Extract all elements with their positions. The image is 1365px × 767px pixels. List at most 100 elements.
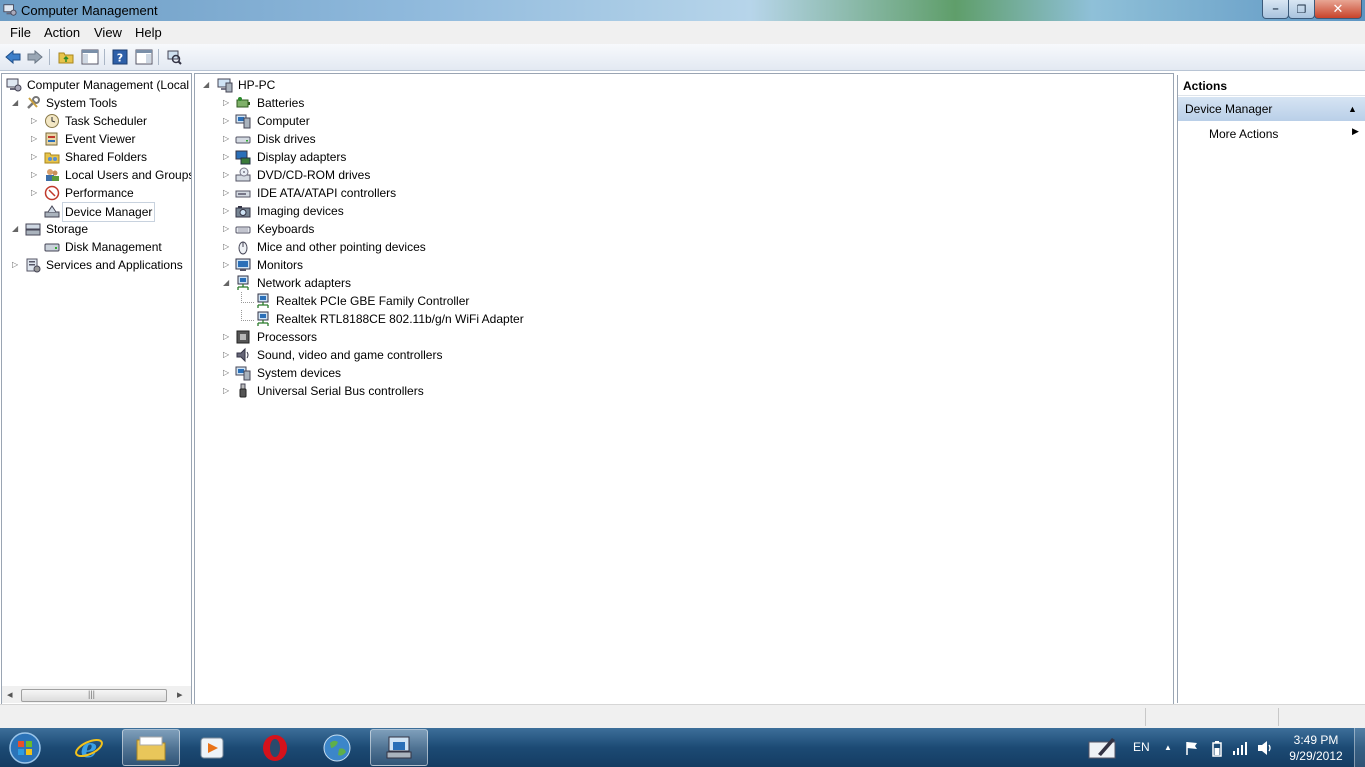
expand-arrow[interactable]: ▷ bbox=[31, 117, 39, 125]
device-category-keyboards[interactable]: ▷ Keyboards bbox=[195, 220, 795, 238]
start-orb-icon[interactable] bbox=[0, 729, 50, 766]
show-hide-tree-icon[interactable] bbox=[81, 48, 99, 66]
device-category-imaging-devices[interactable]: ▷ Imaging devices bbox=[195, 202, 795, 220]
menu-view[interactable]: View bbox=[94, 25, 122, 40]
nav-item-device-manager[interactable]: Device Manager bbox=[2, 202, 191, 222]
menu-action[interactable]: Action bbox=[44, 25, 80, 40]
scroll-right-arrow[interactable]: ▸ bbox=[177, 688, 183, 701]
internet-explorer-icon[interactable]: e bbox=[60, 729, 118, 766]
expand-arrow[interactable]: ▷ bbox=[223, 207, 231, 215]
submenu-arrow-icon[interactable]: ▶ bbox=[1352, 126, 1359, 137]
tree-root-hp-pc[interactable]: ◢ HP-PC bbox=[203, 76, 503, 94]
expand-arrow[interactable]: ▷ bbox=[223, 117, 231, 125]
close-button[interactable]: ✕ bbox=[1314, 0, 1362, 19]
expand-arrow[interactable]: ▷ bbox=[223, 243, 231, 251]
collapse-arrow[interactable]: ◢ bbox=[203, 81, 211, 89]
expand-arrow[interactable]: ▷ bbox=[223, 99, 231, 107]
expand-arrow[interactable]: ▷ bbox=[223, 261, 231, 269]
expand-arrow[interactable]: ▷ bbox=[12, 261, 20, 269]
show-desktop-button[interactable] bbox=[1354, 728, 1365, 767]
navigation-tree[interactable]: Computer Management (Local ◢ System Tools ▷… bbox=[1, 73, 192, 705]
nav-item-storage[interactable]: ◢ Storage bbox=[2, 220, 191, 238]
scroll-left-arrow[interactable]: ◂ bbox=[7, 688, 13, 701]
device-category-monitors[interactable]: ▷ Monitors bbox=[195, 256, 795, 274]
device-category-dvd-cd-rom-drives[interactable]: ▷ DVD/CD-ROM drives bbox=[195, 166, 795, 184]
device-category-universal-serial-bus-controllers[interactable]: ▷ Universal Serial Bus controllers bbox=[195, 382, 795, 400]
network-adapter-icon bbox=[257, 293, 269, 308]
scrollbar-thumb[interactable]: ||| bbox=[21, 689, 167, 702]
battery-tray-icon[interactable] bbox=[1211, 740, 1223, 761]
volume-icon[interactable] bbox=[1257, 740, 1275, 759]
expand-arrow[interactable]: ◢ bbox=[12, 99, 20, 107]
expand-arrow[interactable]: ▷ bbox=[223, 135, 231, 143]
expand-arrow[interactable] bbox=[31, 243, 39, 251]
nav-item-system-tools[interactable]: ◢ System Tools bbox=[2, 94, 191, 112]
help-icon[interactable]: ? bbox=[111, 48, 129, 66]
file-explorer-icon[interactable] bbox=[122, 729, 180, 766]
expand-arrow[interactable]: ▷ bbox=[31, 171, 39, 179]
minimize-button[interactable]: – bbox=[1262, 0, 1289, 19]
expand-arrow[interactable]: ▷ bbox=[223, 333, 231, 341]
show-hidden-icons-arrow[interactable]: ▲ bbox=[1164, 743, 1172, 752]
expand-arrow[interactable] bbox=[31, 207, 39, 215]
device-category-computer[interactable]: ▷ Computer bbox=[195, 112, 795, 130]
device-category-ide-ata-atapi-controllers[interactable]: ▷ IDE ATA/ATAPI controllers bbox=[195, 184, 795, 202]
media-player-icon[interactable] bbox=[183, 729, 241, 766]
expand-arrow[interactable]: ◢ bbox=[223, 279, 231, 287]
globe-icon[interactable] bbox=[308, 729, 366, 766]
back-arrow-icon[interactable] bbox=[4, 48, 22, 66]
up-folder-icon[interactable] bbox=[57, 48, 75, 66]
nav-item-local-users-and-groups[interactable]: ▷ Local Users and Groups bbox=[2, 166, 191, 184]
nav-item-disk-management[interactable]: Disk Management bbox=[2, 238, 191, 256]
expand-arrow[interactable]: ▷ bbox=[223, 189, 231, 197]
clock-icon bbox=[45, 114, 59, 128]
expand-arrow[interactable]: ▷ bbox=[223, 387, 231, 395]
device-category-batteries[interactable]: ▷ Batteries bbox=[195, 94, 795, 112]
device-category-display-adapters[interactable]: ▷ Display adapters bbox=[195, 148, 795, 166]
expand-arrow[interactable]: ▷ bbox=[31, 135, 39, 143]
device-category-sound-video-and-game-controllers[interactable]: ▷ Sound, video and game controllers bbox=[195, 346, 795, 364]
expand-arrow[interactable]: ▷ bbox=[223, 153, 231, 161]
action-center-flag-icon[interactable] bbox=[1184, 740, 1200, 759]
wifi-signal-icon[interactable] bbox=[1232, 740, 1248, 759]
device-tree[interactable]: ◢ HP-PC ▷ Batteries ▷ Computer ▷ Disk drives ▷… bbox=[194, 73, 1174, 705]
input-panel-icon[interactable] bbox=[1088, 734, 1118, 763]
device-item-realtek-pcie-gbe-family-controller[interactable]: Realtek PCIe GBE Family Controller bbox=[195, 292, 795, 310]
expand-arrow[interactable]: ▷ bbox=[223, 351, 231, 359]
more-actions-link[interactable]: More Actions bbox=[1209, 125, 1278, 143]
nav-item-services-and-applications[interactable]: ▷ Services and Applications bbox=[2, 256, 191, 274]
menu-help[interactable]: Help bbox=[135, 25, 162, 40]
computer-management-taskbar-icon[interactable] bbox=[370, 729, 428, 766]
language-indicator[interactable]: EN bbox=[1133, 740, 1150, 754]
maximize-button[interactable]: ❐ bbox=[1288, 0, 1315, 19]
device-category-mice-and-other-pointing-devices[interactable]: ▷ Mice and other pointing devices bbox=[195, 238, 795, 256]
nav-item-event-viewer[interactable]: ▷ Event Viewer bbox=[2, 130, 191, 148]
actions-section-device-manager[interactable]: Device Manager ▲ bbox=[1178, 97, 1365, 121]
expand-arrow[interactable]: ▷ bbox=[223, 225, 231, 233]
opera-icon[interactable] bbox=[246, 729, 304, 766]
nav-item-performance[interactable]: ▷ Performance bbox=[2, 184, 191, 202]
device-item-realtek-rtl8188ce-802-11b-g-n-wifi-adapter[interactable]: Realtek RTL8188CE 802.11b/g/n WiFi Adapt… bbox=[195, 310, 795, 328]
show-hide-action-pane-icon[interactable] bbox=[135, 48, 153, 66]
nav-item-shared-folders[interactable]: ▷ Shared Folders bbox=[2, 148, 191, 166]
expand-arrow[interactable]: ◢ bbox=[12, 225, 20, 233]
nav-item-task-scheduler[interactable]: ▷ Task Scheduler bbox=[2, 112, 191, 130]
expand-arrow[interactable]: ▷ bbox=[31, 153, 39, 161]
expand-arrow[interactable]: ▷ bbox=[31, 189, 39, 197]
horizontal-scrollbar[interactable]: ◂ ||| ▸ bbox=[2, 686, 191, 703]
system-clock[interactable]: 3:49 PM 9/29/2012 bbox=[1285, 732, 1347, 764]
device-category-processors[interactable]: ▷ Processors bbox=[195, 328, 795, 346]
forward-arrow-icon[interactable] bbox=[26, 48, 44, 66]
expand-arrow[interactable]: ▷ bbox=[223, 171, 231, 179]
collapse-up-icon[interactable]: ▲ bbox=[1348, 97, 1357, 121]
device-category-network-adapters[interactable]: ◢ Network adapters bbox=[195, 274, 795, 292]
expand-arrow[interactable]: ▷ bbox=[223, 369, 231, 377]
title-bar[interactable]: Computer Management – ❐ ✕ bbox=[0, 0, 1365, 21]
device-label: Sound, video and game controllers bbox=[257, 348, 443, 362]
menu-file[interactable]: File bbox=[10, 25, 31, 40]
scan-hardware-icon[interactable] bbox=[165, 48, 183, 66]
device-category-disk-drives[interactable]: ▷ Disk drives bbox=[195, 130, 795, 148]
nav-item-computer-management-local[interactable]: Computer Management (Local bbox=[2, 76, 191, 94]
status-divider bbox=[1145, 708, 1146, 726]
device-category-system-devices[interactable]: ▷ System devices bbox=[195, 364, 795, 382]
